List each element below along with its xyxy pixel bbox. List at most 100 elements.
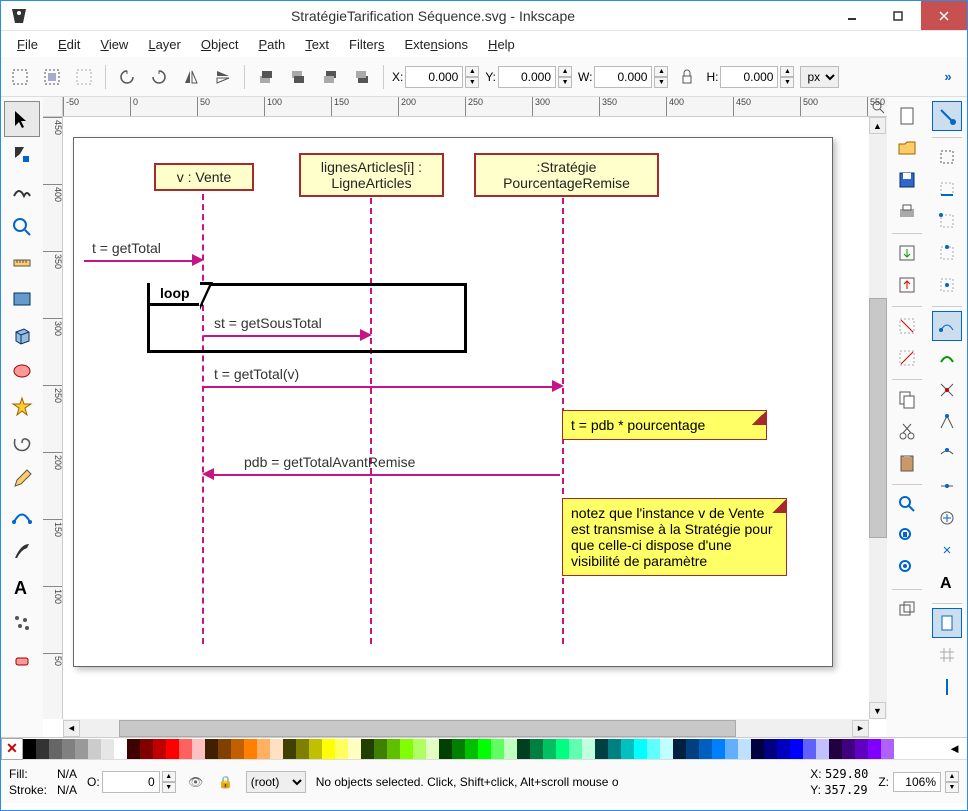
snap-bbox-icon[interactable] xyxy=(932,142,962,172)
color-swatch[interactable] xyxy=(790,739,803,759)
layer-select[interactable]: (root) xyxy=(246,771,306,793)
color-swatch[interactable] xyxy=(582,739,595,759)
color-swatch[interactable] xyxy=(179,739,192,759)
scrollbar-horizontal[interactable]: ◄ ► xyxy=(63,719,869,737)
redo-icon[interactable] xyxy=(892,343,922,373)
star-tool[interactable] xyxy=(4,389,40,425)
snap-guide-icon[interactable] xyxy=(932,672,962,702)
color-swatch[interactable] xyxy=(868,739,881,759)
spiral-tool[interactable] xyxy=(4,425,40,461)
snap-midpoint-icon[interactable] xyxy=(932,238,962,268)
ruler-vertical[interactable]: 450400350300250200150100500 xyxy=(43,117,63,719)
layer-lock-icon[interactable]: 🔒 xyxy=(216,772,236,792)
color-swatch[interactable] xyxy=(725,739,738,759)
color-swatch[interactable] xyxy=(75,739,88,759)
uml-participant-lignes[interactable]: lignesArticles[i] : LigneArticles xyxy=(299,153,444,197)
menu-filters[interactable]: Filters xyxy=(341,34,392,55)
spinner[interactable]: ▲▼ xyxy=(945,771,959,793)
lower-icon[interactable] xyxy=(317,64,343,90)
snap-grid-icon[interactable] xyxy=(932,640,962,670)
color-swatch[interactable] xyxy=(361,739,374,759)
color-swatch[interactable] xyxy=(465,739,478,759)
raise-top-icon[interactable] xyxy=(253,64,279,90)
color-swatch[interactable] xyxy=(335,739,348,759)
color-swatch[interactable] xyxy=(452,739,465,759)
color-swatch[interactable] xyxy=(23,739,36,759)
snap-path-icon[interactable] xyxy=(932,343,962,373)
bezier-tool[interactable] xyxy=(4,497,40,533)
color-swatch[interactable] xyxy=(244,739,257,759)
color-swatch[interactable] xyxy=(322,739,335,759)
color-swatch[interactable] xyxy=(491,739,504,759)
color-swatch[interactable] xyxy=(309,739,322,759)
menu-path[interactable]: Path xyxy=(250,34,293,55)
zoom-tool-icon[interactable] xyxy=(869,97,887,117)
select-all-icon[interactable] xyxy=(39,64,65,90)
color-swatch[interactable] xyxy=(543,739,556,759)
scroll-left-icon[interactable]: ◄ xyxy=(63,720,80,737)
note-explanation[interactable]: notez que l'instance v de Vente est tran… xyxy=(562,498,787,576)
color-swatch[interactable] xyxy=(608,739,621,759)
rotate-ccw-icon[interactable] xyxy=(114,64,140,90)
color-swatch[interactable] xyxy=(192,739,205,759)
spinner[interactable]: ▲▼ xyxy=(162,771,176,793)
snap-node-icon[interactable] xyxy=(932,311,962,341)
color-swatch[interactable] xyxy=(426,739,439,759)
zoom-fit-icon[interactable] xyxy=(892,489,922,519)
color-swatch[interactable] xyxy=(400,739,413,759)
color-swatch[interactable] xyxy=(829,739,842,759)
color-swatch[interactable] xyxy=(478,739,491,759)
color-swatch[interactable] xyxy=(387,739,400,759)
ruler-horizontal[interactable]: -50050100150200250300350400450500550 xyxy=(63,97,887,117)
color-swatch[interactable] xyxy=(374,739,387,759)
menu-edit[interactable]: Edit xyxy=(50,34,88,55)
color-swatch[interactable] xyxy=(153,739,166,759)
snap-object-center-icon[interactable] xyxy=(932,503,962,533)
color-swatch[interactable] xyxy=(881,739,894,759)
spray-tool[interactable] xyxy=(4,605,40,641)
flip-h-icon[interactable] xyxy=(178,64,204,90)
minimize-button[interactable] xyxy=(829,1,875,30)
color-swatch[interactable] xyxy=(218,739,231,759)
color-swatch[interactable] xyxy=(348,739,361,759)
save-icon[interactable] xyxy=(892,165,922,195)
color-swatch[interactable] xyxy=(257,739,270,759)
scrollbar-vertical[interactable]: ▲ ▼ xyxy=(869,117,887,719)
menu-text[interactable]: Text xyxy=(297,34,337,55)
print-icon[interactable] xyxy=(892,197,922,227)
zoom-page-icon[interactable] xyxy=(892,521,922,551)
color-swatch[interactable] xyxy=(803,739,816,759)
zoom-tool[interactable] xyxy=(4,209,40,245)
color-swatch[interactable] xyxy=(504,739,517,759)
close-button[interactable] xyxy=(921,1,967,30)
color-swatch[interactable] xyxy=(673,739,686,759)
node-tool[interactable] xyxy=(4,137,40,173)
color-swatch[interactable] xyxy=(647,739,660,759)
pencil-tool[interactable] xyxy=(4,461,40,497)
snap-corner-icon[interactable] xyxy=(932,206,962,236)
color-swatch[interactable] xyxy=(569,739,582,759)
new-doc-icon[interactable] xyxy=(892,101,922,131)
menu-file[interactable]: File xyxy=(9,34,46,55)
snap-text-icon[interactable]: A xyxy=(932,567,962,597)
color-swatch[interactable] xyxy=(49,739,62,759)
canvas[interactable]: v : Vente lignesArticles[i] : LigneArtic… xyxy=(63,117,869,719)
color-swatch[interactable] xyxy=(712,739,725,759)
color-swatch[interactable] xyxy=(751,739,764,759)
spinner[interactable]: ▲▼ xyxy=(558,66,572,88)
ellipse-tool[interactable] xyxy=(4,353,40,389)
coord-x-input[interactable] xyxy=(405,66,463,88)
unit-select[interactable]: px xyxy=(800,66,839,88)
color-swatch[interactable] xyxy=(231,739,244,759)
duplicate-icon[interactable] xyxy=(892,594,922,624)
scroll-right-icon[interactable]: ► xyxy=(852,720,869,737)
color-swatch[interactable] xyxy=(296,739,309,759)
selector-tool[interactable] xyxy=(4,101,40,137)
snap-center-icon[interactable] xyxy=(932,270,962,300)
opacity-input[interactable] xyxy=(102,771,160,793)
coord-h-input[interactable] xyxy=(720,66,778,88)
open-icon[interactable] xyxy=(892,133,922,163)
msg-gettotal[interactable]: t = getTotal xyxy=(92,240,161,256)
scroll-up-icon[interactable]: ▲ xyxy=(869,117,886,134)
scroll-down-icon[interactable]: ▼ xyxy=(869,702,886,719)
